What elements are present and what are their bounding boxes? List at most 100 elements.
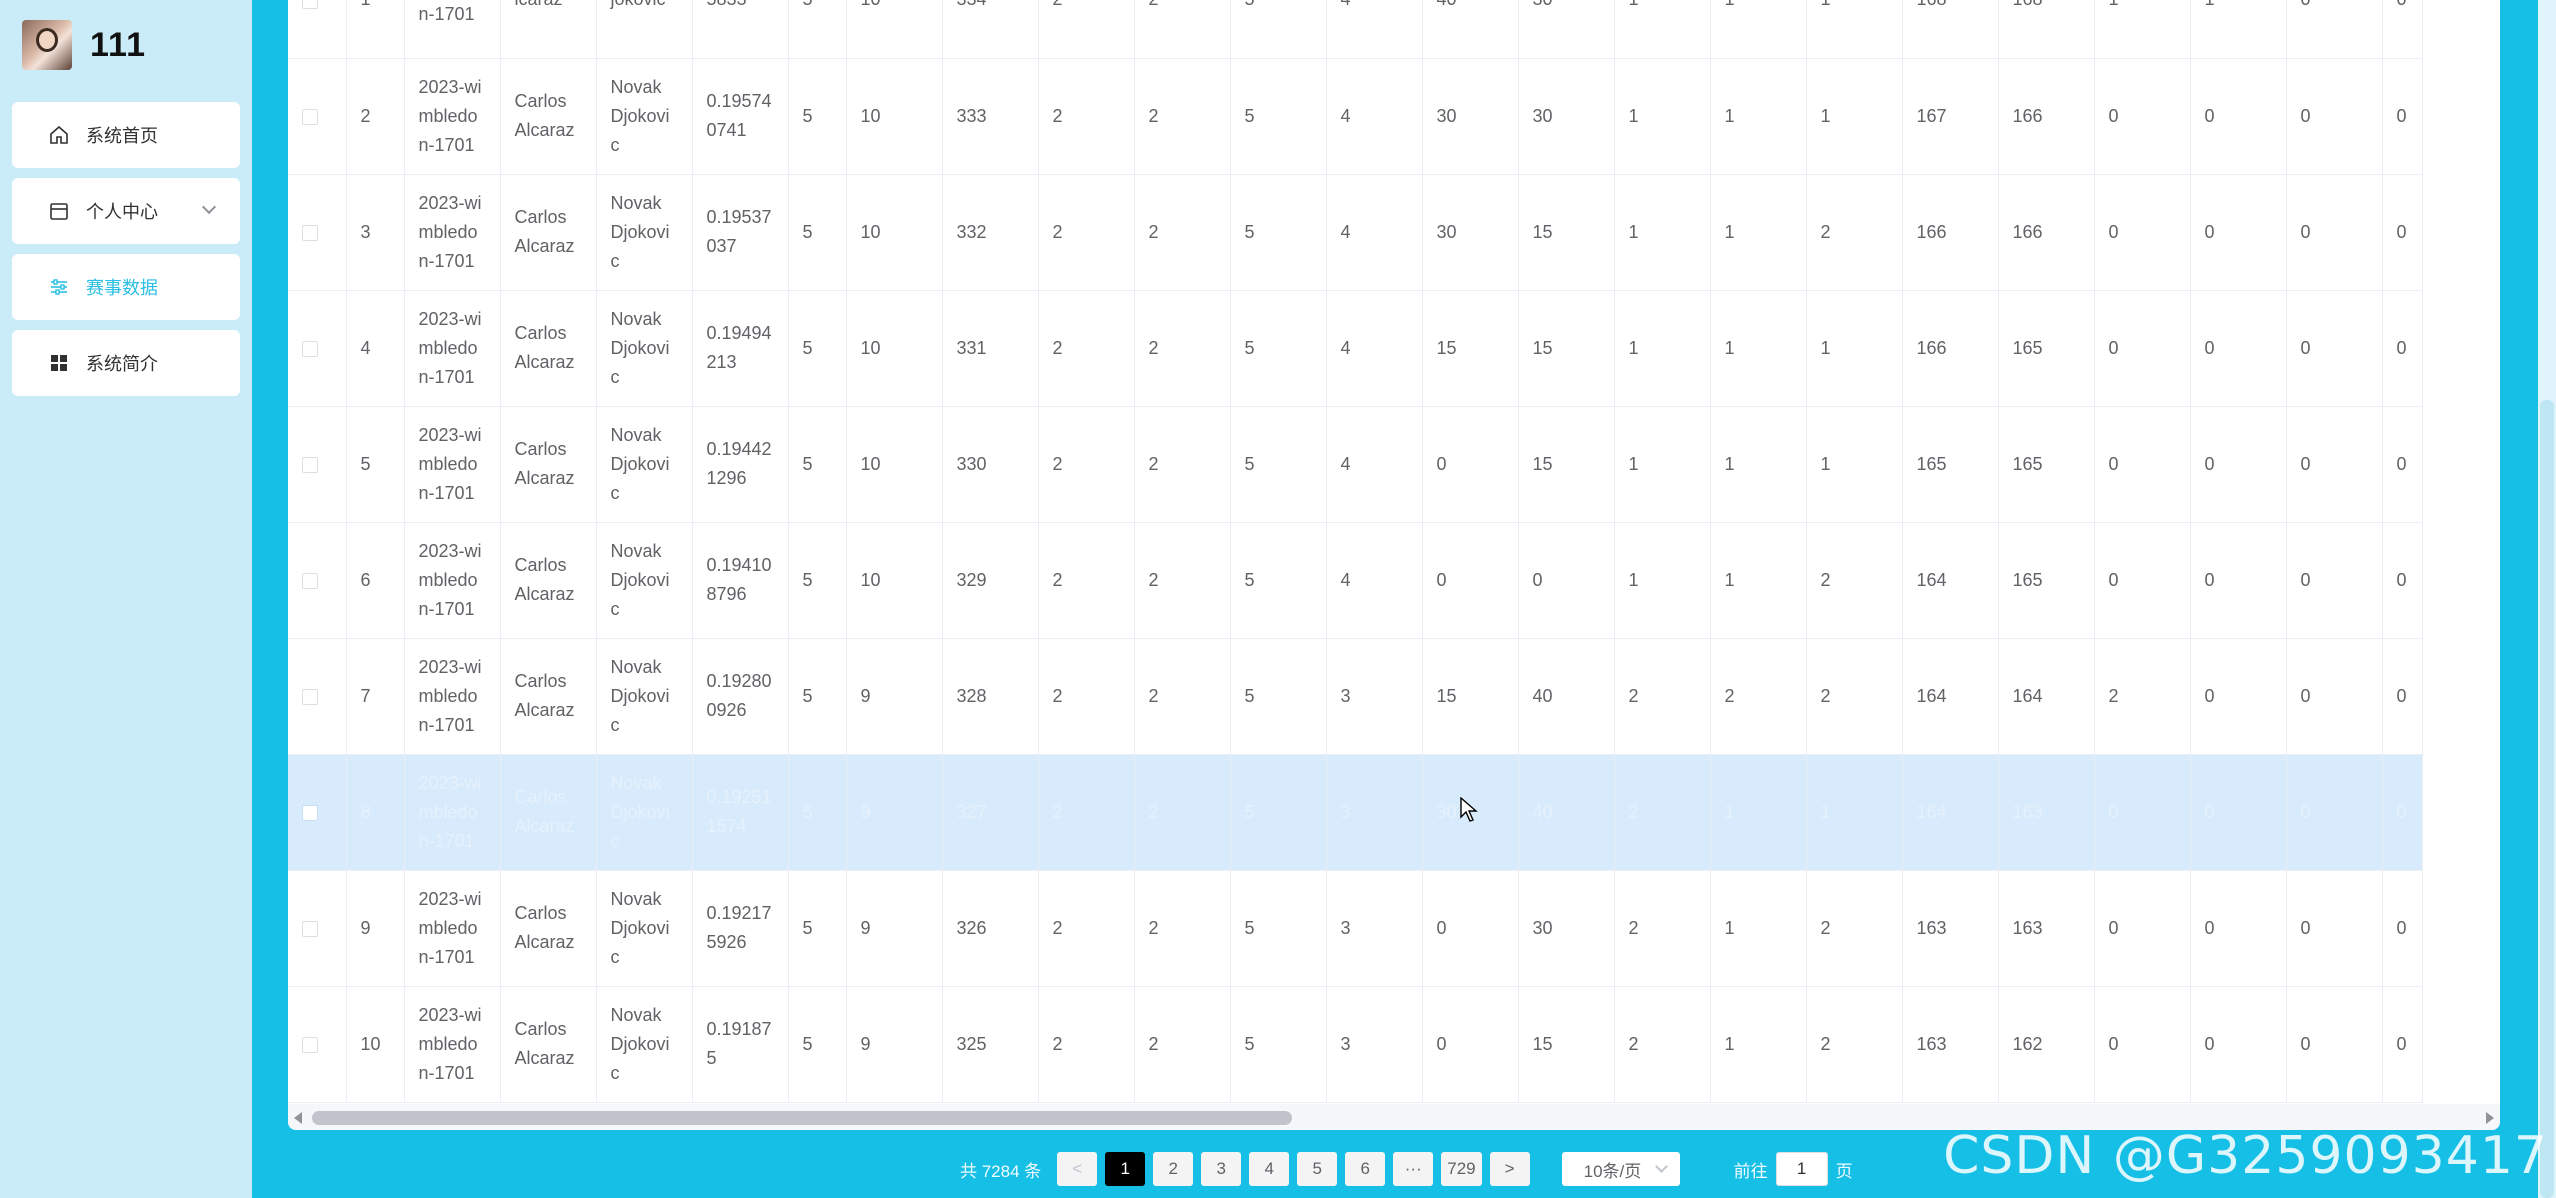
row-checkbox[interactable] <box>302 688 318 705</box>
table-cell: 3 <box>346 174 405 291</box>
table-cell: lcaraz <box>500 0 597 59</box>
table-cell: 2 <box>1134 0 1231 59</box>
menu-item-label: 个人中心 <box>86 202 158 222</box>
page-size-value: 10条/页 <box>1583 1161 1642 1181</box>
page-button-2[interactable]: 2 <box>1153 1152 1194 1186</box>
table-cell: 163 <box>1902 986 1999 1103</box>
row-checkbox[interactable] <box>302 108 318 125</box>
row-select-cell <box>288 58 347 175</box>
table-row[interactable]: 10 2023-wimbledon-1701 Carlos Alcaraz Novak… <box>288 986 2423 1103</box>
table-cell: Novak Djokovic <box>596 174 693 291</box>
page-button-5[interactable]: 5 <box>1297 1152 1338 1186</box>
table-cell: 0.19494213 <box>692 290 789 407</box>
table-cell: 1 <box>1710 870 1807 987</box>
prev-page-button[interactable]: < <box>1057 1152 1098 1186</box>
table-cell: 162 <box>1998 986 2095 1103</box>
row-checkbox[interactable] <box>302 920 318 937</box>
table-cell: 164 <box>1902 522 1999 639</box>
table-row[interactable]: 8 2023-wimbledon-1701 Carlos Alcaraz Novak … <box>288 754 2423 871</box>
row-checkbox[interactable] <box>302 1036 318 1053</box>
page-button-last[interactable]: 729 <box>1441 1152 1482 1186</box>
table-cell: 1 <box>1710 290 1807 407</box>
table-cell: 1 <box>1710 986 1807 1103</box>
table-cell: 1 <box>1614 522 1711 639</box>
table-row[interactable]: 9 2023-wimbledon-1701 Carlos Alcaraz Novak … <box>288 870 2423 987</box>
table-cell: 334 <box>942 0 1039 59</box>
table-cell: 0 <box>2382 58 2423 175</box>
total-count: 共 7284 条 <box>960 1161 1042 1181</box>
menu-item-home[interactable]: 系统首页 <box>12 102 240 168</box>
row-select-cell <box>288 0 347 59</box>
goto-page-input[interactable] <box>1775 1152 1828 1186</box>
table-cell: 0 <box>2382 290 2423 407</box>
sidebar: 111 系统首页 个人中心 赛事数据 系统简介 <box>0 0 252 1198</box>
avatar[interactable] <box>22 20 72 70</box>
scrollbar-thumb[interactable] <box>2540 400 2554 1198</box>
table-cell: Novak Djokovic <box>596 754 693 871</box>
goto-suffix: 页 <box>1835 1161 1853 1181</box>
row-checkbox[interactable] <box>302 0 318 9</box>
table-cell: 2 <box>1806 174 1903 291</box>
row-checkbox[interactable] <box>302 340 318 357</box>
scroll-right-icon[interactable] <box>2486 1112 2494 1124</box>
row-checkbox[interactable] <box>302 804 318 821</box>
table-row[interactable]: 7 2023-wimbledon-1701 Carlos Alcaraz Novak … <box>288 638 2423 755</box>
table-cell: mbledo n-1701 <box>404 0 501 59</box>
table-row[interactable]: 1mbledo n-1701lcarazjokovic5833510334225… <box>288 0 2423 59</box>
table-cell: 0 <box>1422 406 1519 523</box>
table-row[interactable]: 2 2023-wimbledon-1701 Carlos Alcaraz Novak … <box>288 58 2423 175</box>
row-checkbox[interactable] <box>302 224 318 241</box>
table-cell: 0 <box>2286 174 2383 291</box>
page-button-6[interactable]: 6 <box>1345 1152 1386 1186</box>
page-button-4[interactable]: 4 <box>1249 1152 1290 1186</box>
table-cell: 0 <box>2094 754 2191 871</box>
menu-item-about[interactable]: 系统简介 <box>12 330 240 396</box>
table-cell: 1 <box>1806 754 1903 871</box>
table-cell: 30 <box>1518 0 1615 59</box>
table-cell: 5 <box>1230 58 1327 175</box>
page-button-3[interactable]: 3 <box>1201 1152 1242 1186</box>
table-cell: 0 <box>2286 986 2383 1103</box>
row-select-cell <box>288 870 347 987</box>
table-cell: 0.192511574 <box>692 754 789 871</box>
table-cell: 165 <box>1998 522 2095 639</box>
table-cell: 1 <box>1710 58 1807 175</box>
row-checkbox[interactable] <box>302 456 318 473</box>
table-row[interactable]: 3 2023-wimbledon-1701 Carlos Alcaraz Novak … <box>288 174 2423 291</box>
row-checkbox[interactable] <box>302 572 318 589</box>
table-cell: 0 <box>2286 638 2383 755</box>
table-cell: 2023-wimbledon-1701 <box>404 522 501 639</box>
table-cell: 330 <box>942 406 1039 523</box>
table-cell: 4 <box>1326 290 1423 407</box>
page-size-select[interactable]: 10条/页 <box>1561 1152 1680 1186</box>
table-cell: 2 <box>1038 0 1135 59</box>
scroll-left-icon[interactable] <box>294 1112 302 1124</box>
table-cell: Novak Djokovic <box>596 522 693 639</box>
table-cell: 2 <box>1038 986 1135 1103</box>
table-cell: 5 <box>788 522 847 639</box>
table-row[interactable]: 5 2023-wimbledon-1701 Carlos Alcaraz Novak … <box>288 406 2423 523</box>
table-cell: 40 <box>1422 0 1519 59</box>
menu-item-profile[interactable]: 个人中心 <box>12 178 240 244</box>
table-row[interactable]: 4 2023-wimbledon-1701 Carlos Alcaraz Novak … <box>288 290 2423 407</box>
table-cell: 1 <box>1806 406 1903 523</box>
table-cell: 5 <box>788 0 847 59</box>
table-cell: 2 <box>1614 638 1711 755</box>
table-cell: 2 <box>1134 522 1231 639</box>
table-row[interactable]: 6 2023-wimbledon-1701 Carlos Alcaraz Novak … <box>288 522 2423 639</box>
table-cell: 164 <box>1902 638 1999 755</box>
table-cell: 2 <box>1038 522 1135 639</box>
vertical-scrollbar[interactable] <box>2538 0 2556 1198</box>
table-cell: Novak Djokovic <box>596 870 693 987</box>
table-cell: 5 <box>346 406 405 523</box>
scrollbar-thumb[interactable] <box>312 1111 1292 1125</box>
table-cell: 15 <box>1518 290 1615 407</box>
page-button-1[interactable]: 1 <box>1105 1152 1146 1186</box>
more-pages-button[interactable]: ··· <box>1393 1152 1434 1186</box>
table-cell: 3 <box>1326 986 1423 1103</box>
table-cell: 30 <box>1422 174 1519 291</box>
next-page-button[interactable]: > <box>1489 1152 1530 1186</box>
table-cell: 10 <box>846 174 943 291</box>
menu-item-match-data[interactable]: 赛事数据 <box>12 254 240 320</box>
table-cell: 2 <box>1038 870 1135 987</box>
